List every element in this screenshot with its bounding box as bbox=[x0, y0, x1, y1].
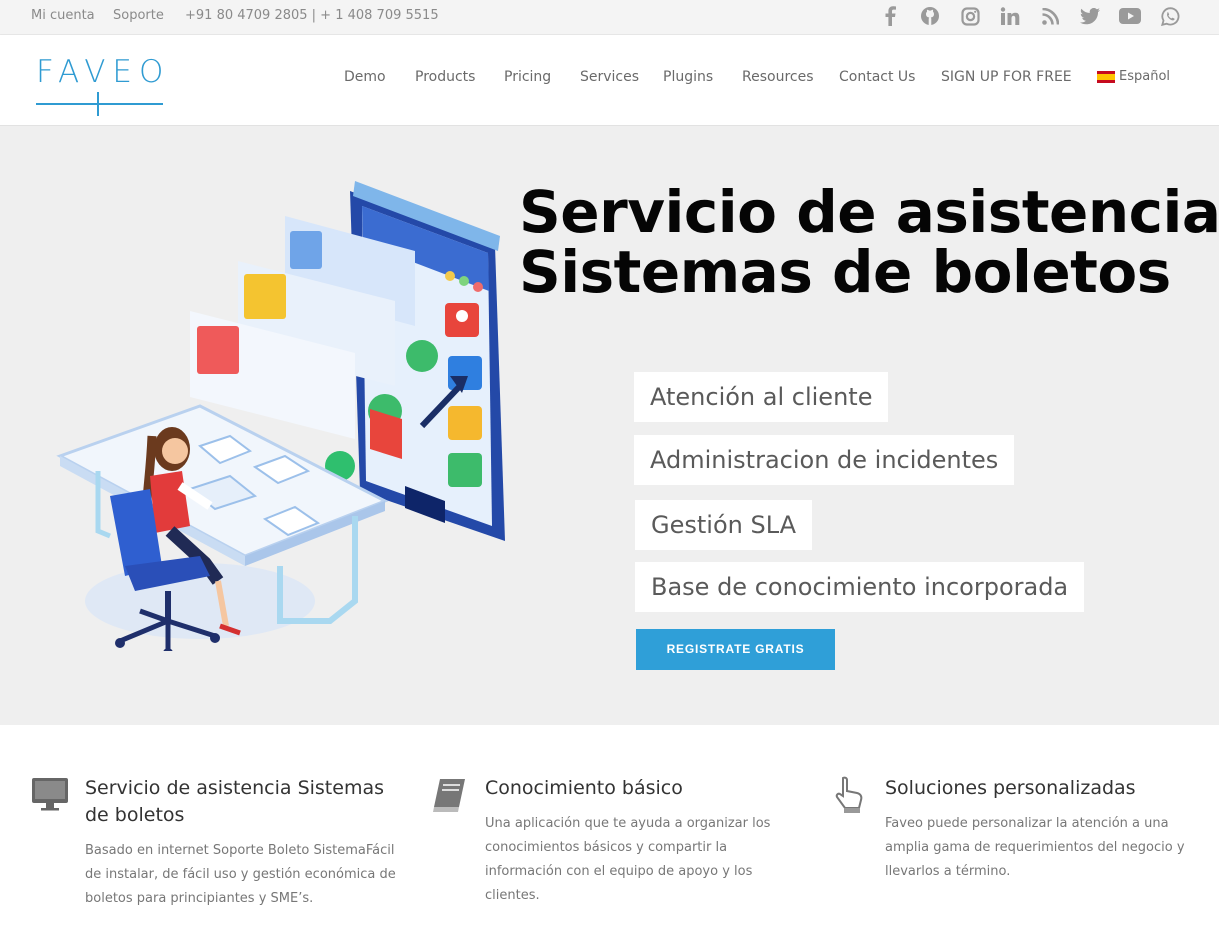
spain-flag-icon bbox=[1097, 70, 1115, 83]
register-free-button[interactable]: REGISTRATE GRATIS bbox=[636, 629, 835, 670]
feature-description: Basado en internet Soporte Boleto Sistem… bbox=[85, 843, 396, 906]
monitor-icon bbox=[32, 778, 68, 811]
twitter-icon[interactable] bbox=[1079, 5, 1101, 27]
nav-contact-us[interactable]: Contact Us bbox=[839, 69, 915, 85]
nav-pricing[interactable]: Pricing bbox=[504, 69, 551, 85]
hero-title: Servicio de asistencia Sistemas de bolet… bbox=[519, 182, 1219, 302]
top-bar: Mi cuenta Soporte +91 80 4709 2805 | + 1… bbox=[0, 0, 1219, 35]
rss-icon[interactable] bbox=[1039, 5, 1061, 27]
feature-description: Una aplicación que te ayuda a organizar … bbox=[485, 816, 771, 903]
hero-title-line-2: Sistemas de boletos bbox=[519, 238, 1171, 306]
nav-services[interactable]: Services bbox=[580, 69, 639, 85]
feature-title: Soluciones personalizadas bbox=[885, 777, 1136, 799]
social-links bbox=[879, 4, 1181, 28]
whatsapp-icon[interactable] bbox=[1159, 5, 1181, 27]
nav-demo[interactable]: Demo bbox=[344, 69, 386, 85]
hero-title-line-1: Servicio de asistencia bbox=[519, 178, 1219, 246]
feature-pill-incident-management: Administracion de incidentes bbox=[634, 435, 1015, 485]
youtube-icon[interactable] bbox=[1119, 5, 1141, 27]
nav-products[interactable]: Products bbox=[415, 69, 475, 85]
nav-resources[interactable]: Resources bbox=[742, 69, 814, 85]
book-icon bbox=[433, 779, 465, 812]
nav-plugins[interactable]: Plugins bbox=[663, 69, 713, 85]
logo-underline bbox=[36, 103, 163, 105]
feature-description: Faveo puede personalizar la atención a u… bbox=[885, 816, 1185, 879]
github-icon[interactable] bbox=[919, 5, 941, 27]
hero-section: Servicio de asistencia Sistemas de bolet… bbox=[0, 126, 1219, 725]
facebook-icon[interactable] bbox=[879, 5, 901, 27]
feature-title: Conocimiento básico bbox=[485, 777, 683, 799]
helpdesk-illustration bbox=[56, 181, 505, 651]
support-link[interactable]: Soporte bbox=[113, 0, 164, 35]
linkedin-icon[interactable] bbox=[999, 5, 1021, 27]
instagram-icon[interactable] bbox=[959, 5, 981, 27]
phone-numbers: +91 80 4709 2805 | + 1 408 709 5515 bbox=[185, 8, 439, 23]
faveo-logo[interactable]: FAVEO bbox=[36, 55, 164, 117]
my-account-link[interactable]: Mi cuenta bbox=[31, 0, 95, 35]
main-header: FAVEO Demo Products Pricing Services Plu… bbox=[0, 35, 1219, 126]
logo-tick bbox=[97, 92, 99, 116]
feature-title: Servicio de asistencia Sistemas de bolet… bbox=[85, 777, 384, 826]
language-selector[interactable]: Español bbox=[1097, 69, 1170, 84]
hand-pointer-icon bbox=[835, 776, 863, 813]
feature-pill-customer-service: Atención al cliente bbox=[634, 372, 889, 422]
logo-wordmark: FAVEO bbox=[36, 54, 171, 90]
language-label: Español bbox=[1119, 69, 1171, 84]
feature-pill-sla-management: Gestión SLA bbox=[635, 500, 813, 550]
feature-pill-knowledge-base: Base de conocimiento incorporada bbox=[635, 562, 1085, 612]
nav-sign-up[interactable]: SIGN UP FOR FREE bbox=[941, 69, 1072, 85]
